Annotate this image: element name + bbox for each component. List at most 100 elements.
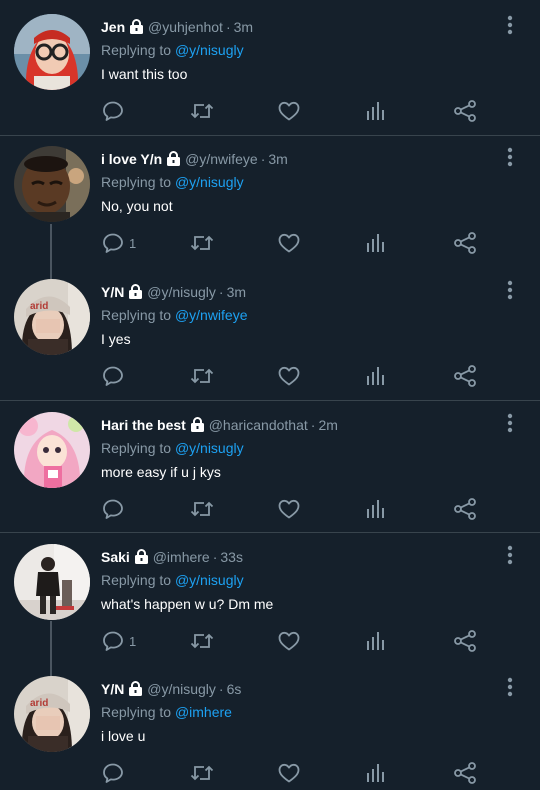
tweet-actions xyxy=(101,496,521,522)
analytics-button[interactable] xyxy=(365,760,387,786)
tweet[interactable]: Saki @imhere · 33s Replying to @y/nisugly … xyxy=(0,544,540,656)
replying-to-mention[interactable]: @y/nisugly xyxy=(175,42,244,58)
more-vertical-icon[interactable] xyxy=(500,146,520,168)
display-name[interactable]: Jen xyxy=(101,19,125,35)
more-vertical-icon[interactable] xyxy=(500,544,520,566)
replying-to-mention[interactable]: @y/nisugly xyxy=(175,440,244,456)
avatar[interactable]: arid xyxy=(14,279,90,355)
tweet-text: what's happen w u? Dm me xyxy=(101,596,274,612)
separator-dot: · xyxy=(212,549,218,565)
retweet-button[interactable] xyxy=(189,628,215,654)
analytics-button[interactable] xyxy=(365,496,387,522)
share-button[interactable] xyxy=(453,760,477,786)
retweet-button[interactable] xyxy=(189,230,215,256)
more-vertical-icon[interactable] xyxy=(500,279,520,301)
user-handle[interactable]: @haricandothat xyxy=(209,417,308,433)
user-handle[interactable]: @y/nwifeye xyxy=(185,151,258,167)
user-handle[interactable]: @y/nisugly xyxy=(147,681,216,697)
tweet-text: i love u xyxy=(101,728,146,744)
tweet[interactable]: Hari the best @haricandothat · 2m Replying… xyxy=(0,412,540,524)
like-button[interactable] xyxy=(277,628,301,654)
retweet-icon xyxy=(189,231,215,255)
analytics-button[interactable] xyxy=(365,363,387,389)
display-name[interactable]: Y/N xyxy=(101,284,124,300)
analytics-button[interactable] xyxy=(365,628,387,654)
replying-to-mention[interactable]: @y/nwifeye xyxy=(175,307,248,323)
timestamp[interactable]: 33s xyxy=(220,549,243,565)
tweet[interactable]: arid Y/N @y/nisugly · 3m Replying to @y/nw… xyxy=(0,279,540,391)
tweet-actions xyxy=(101,363,521,389)
reply-icon xyxy=(101,497,125,521)
timestamp[interactable]: 3m xyxy=(268,151,287,167)
like-icon xyxy=(277,761,301,785)
avatar[interactable] xyxy=(14,146,90,222)
replying-to: Replying to @y/nisugly xyxy=(101,173,244,191)
avatar[interactable] xyxy=(14,412,90,488)
tweet[interactable]: arid Y/N @y/nisugly · 6s Replying to @imhe… xyxy=(0,676,540,788)
divider xyxy=(0,532,540,533)
more-vertical-icon[interactable] xyxy=(500,676,520,698)
share-button[interactable] xyxy=(453,230,477,256)
share-button[interactable] xyxy=(453,363,477,389)
svg-text:arid: arid xyxy=(30,301,48,312)
tweet[interactable]: i love Y/n @y/nwifeye · 3m Replying to @y/… xyxy=(0,146,540,258)
like-button[interactable] xyxy=(277,496,301,522)
replying-to-mention[interactable]: @y/nisugly xyxy=(175,572,244,588)
display-name[interactable]: Saki xyxy=(101,549,130,565)
tweet-actions: 1 xyxy=(101,230,521,256)
divider xyxy=(0,135,540,136)
reply-button[interactable] xyxy=(101,496,129,522)
display-name[interactable]: Y/N xyxy=(101,681,124,697)
retweet-button[interactable] xyxy=(189,496,215,522)
reply-button[interactable] xyxy=(101,760,129,786)
analytics-icon xyxy=(365,497,387,521)
reply-button[interactable]: 1 xyxy=(101,628,136,654)
tweet-header: Saki @imhere · 33s xyxy=(101,548,243,568)
avatar[interactable] xyxy=(14,14,90,90)
timestamp[interactable]: 3m xyxy=(227,284,246,300)
avatar[interactable] xyxy=(14,544,90,620)
replying-to: Replying to @y/nwifeye xyxy=(101,306,248,324)
share-icon xyxy=(453,364,477,388)
user-handle[interactable]: @y/nisugly xyxy=(147,284,216,300)
reply-button[interactable] xyxy=(101,98,129,124)
user-handle[interactable]: @yuhjenhot xyxy=(148,19,223,35)
like-button[interactable] xyxy=(277,760,301,786)
like-icon xyxy=(277,364,301,388)
retweet-icon xyxy=(189,99,215,123)
analytics-button[interactable] xyxy=(365,98,387,124)
tweet[interactable]: Jen @yuhjenhot · 3m Replying to @y/nisugly… xyxy=(0,14,540,126)
tweet-actions xyxy=(101,760,521,786)
analytics-icon xyxy=(365,231,387,255)
retweet-button[interactable] xyxy=(189,363,215,389)
timestamp[interactable]: 3m xyxy=(234,19,253,35)
analytics-button[interactable] xyxy=(365,230,387,256)
tweet-header: i love Y/n @y/nwifeye · 3m xyxy=(101,150,288,170)
like-button[interactable] xyxy=(277,230,301,256)
replying-to-mention[interactable]: @imhere xyxy=(175,704,232,720)
replying-to-mention[interactable]: @y/nisugly xyxy=(175,174,244,190)
avatar[interactable]: arid xyxy=(14,676,90,752)
like-button[interactable] xyxy=(277,98,301,124)
reply-feed: Jen @yuhjenhot · 3m Replying to @y/nisugly… xyxy=(0,0,540,790)
reply-button[interactable] xyxy=(101,363,129,389)
lock-icon xyxy=(190,417,205,436)
tweet-header: Jen @yuhjenhot · 3m xyxy=(101,18,253,38)
share-button[interactable] xyxy=(453,628,477,654)
display-name[interactable]: Hari the best xyxy=(101,417,186,433)
user-handle[interactable]: @imhere xyxy=(153,549,210,565)
share-button[interactable] xyxy=(453,496,477,522)
retweet-button[interactable] xyxy=(189,760,215,786)
display-name[interactable]: i love Y/n xyxy=(101,151,162,167)
timestamp[interactable]: 2m xyxy=(318,417,337,433)
timestamp[interactable]: 6s xyxy=(227,681,242,697)
more-vertical-icon[interactable] xyxy=(500,412,520,434)
share-icon xyxy=(453,99,477,123)
share-button[interactable] xyxy=(453,98,477,124)
like-button[interactable] xyxy=(277,363,301,389)
separator-dot: · xyxy=(225,19,231,35)
retweet-button[interactable] xyxy=(189,98,215,124)
reply-button[interactable]: 1 xyxy=(101,230,136,256)
lock-icon xyxy=(128,284,143,303)
more-vertical-icon[interactable] xyxy=(500,14,520,36)
